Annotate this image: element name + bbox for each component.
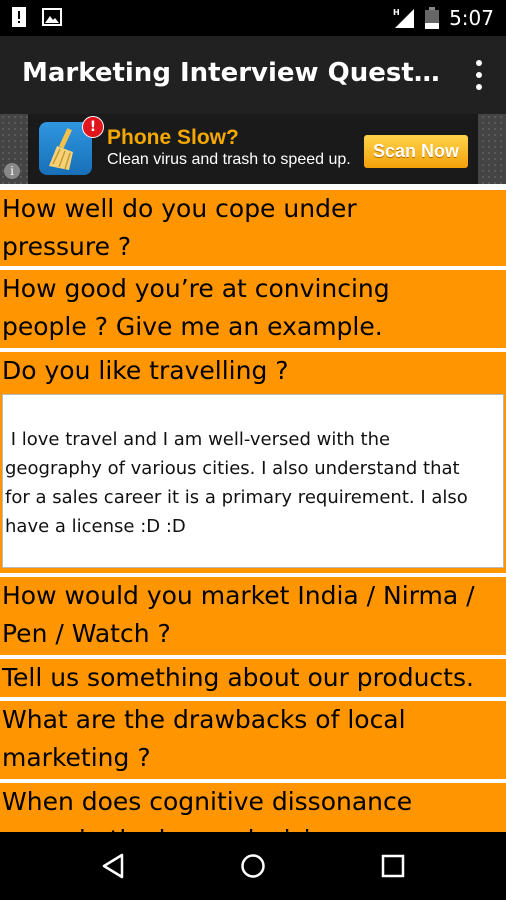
- list-item-text: How well do you cope under: [2, 194, 357, 223]
- list-item-text: How good you’re at convincing: [2, 274, 390, 303]
- back-icon[interactable]: [100, 853, 126, 879]
- image-icon: [42, 8, 62, 26]
- alert-icon: [12, 7, 26, 27]
- list-item-text: When does cognitive dissonance: [2, 787, 413, 816]
- clock: 5:07: [449, 6, 494, 30]
- status-bar: H 5:07: [0, 0, 506, 36]
- answer-text: I love travel and I am well-versed with …: [5, 429, 468, 537]
- battery-icon: [425, 7, 440, 29]
- list-item-text: Tell us something about our products.: [2, 663, 474, 692]
- svg-text:H: H: [393, 8, 400, 17]
- question-list[interactable]: How well do you cope under pressure ? Ho…: [0, 184, 506, 832]
- recents-icon[interactable]: [381, 854, 405, 878]
- answer-panel: I love travel and I am well-versed with …: [2, 394, 504, 568]
- list-item[interactable]: How good you’re at convincing people ? G…: [0, 270, 506, 348]
- list-item[interactable]: How well do you cope under pressure ?: [0, 190, 506, 266]
- ad-banner[interactable]: ! Phone Slow? Clean virus and trash to s…: [0, 114, 506, 184]
- ad-headline: Phone Slow?: [107, 126, 239, 149]
- list-item-text: occur in the buyer decision: [2, 821, 506, 832]
- list-item-text: What are the drawbacks of local: [2, 705, 406, 734]
- list-item[interactable]: Tell us something about our products.: [0, 659, 506, 697]
- list-item[interactable]: When does cognitive dissonance occur in …: [0, 783, 506, 832]
- list-item-text: marketing ?: [2, 743, 151, 772]
- list-item-text: Do you like travelling ?: [2, 356, 289, 385]
- alert-badge: !: [82, 116, 104, 138]
- list-item[interactable]: What are the drawbacks of local marketin…: [0, 701, 506, 779]
- signal-icon: H: [393, 8, 415, 28]
- list-item-text: people ? Give me an example.: [2, 312, 383, 341]
- info-icon[interactable]: i: [4, 163, 20, 179]
- list-item-text: How would you market India / Nirma /: [2, 581, 475, 610]
- list-item[interactable]: How would you market India / Nirma / Pen…: [0, 577, 506, 655]
- list-item-text: Pen / Watch ?: [2, 619, 171, 648]
- list-item-text: pressure ?: [2, 232, 132, 261]
- navigation-bar: [0, 832, 506, 900]
- home-icon[interactable]: [240, 853, 266, 879]
- scan-now-button[interactable]: Scan Now: [364, 135, 468, 168]
- app-bar: Marketing Interview Question & Answer: [0, 36, 506, 114]
- app-title: Marketing Interview Question & Answer: [22, 58, 442, 88]
- more-vertical-icon[interactable]: [472, 60, 486, 90]
- ad-content[interactable]: ! Phone Slow? Clean virus and trash to s…: [28, 114, 478, 184]
- ad-subtext: Clean virus and trash to speed up.: [107, 151, 351, 168]
